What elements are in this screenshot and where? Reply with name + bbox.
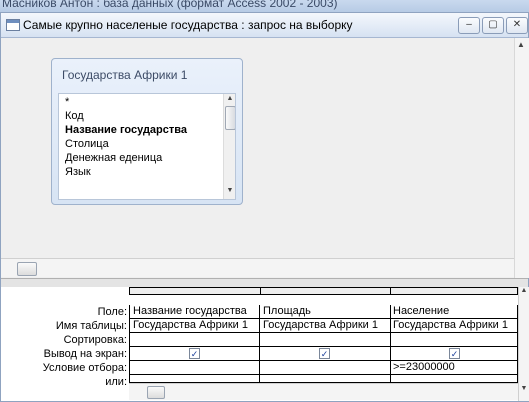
grid-cell-sort[interactable] [390, 333, 518, 347]
scroll-thumb[interactable] [147, 386, 165, 399]
table-field-list-box[interactable]: Государства Африки 1 * Код Название госу… [51, 58, 243, 205]
column-selector[interactable] [390, 287, 518, 295]
upper-horizontal-scrollbar[interactable] [1, 258, 514, 277]
grid-cell-or[interactable] [260, 375, 391, 383]
show-checkbox[interactable]: ✓ [319, 348, 330, 359]
row-label-table: Имя таблицы: [55, 320, 127, 332]
grid-horizontal-scrollbar[interactable] [129, 383, 518, 400]
grid-cell-criteria[interactable] [260, 361, 391, 375]
grid-cell-sort[interactable] [129, 333, 260, 347]
minimize-button[interactable]: – [458, 17, 480, 34]
field-item-language[interactable]: Язык [65, 166, 91, 178]
scroll-thumb[interactable] [17, 262, 37, 276]
field-item-all[interactable]: * [65, 96, 69, 108]
grid-cell-table[interactable]: Государства Африки 1 [260, 319, 391, 333]
grid-cell-show[interactable]: ✓ [129, 347, 260, 361]
window-icon [6, 19, 20, 31]
grid-cell-criteria[interactable]: >=23000000 [390, 361, 518, 375]
column-selector[interactable] [260, 287, 391, 295]
grid-cell-table[interactable]: Государства Африки 1 [390, 319, 518, 333]
grid-cell-criteria[interactable] [129, 361, 260, 375]
show-checkbox[interactable]: ✓ [189, 348, 200, 359]
grid-vertical-scrollbar[interactable]: ▲ ▼ [518, 287, 529, 401]
field-item-currency[interactable]: Денежная еденица [65, 152, 162, 164]
scroll-down-arrow-icon[interactable]: ▼ [519, 385, 529, 392]
grid-cell-show[interactable]: ✓ [260, 347, 391, 361]
grid-cell-field[interactable]: Население [390, 305, 518, 319]
field-item-code[interactable]: Код [65, 110, 84, 122]
scroll-up-arrow-icon[interactable]: ▲ [515, 40, 527, 50]
restore-button[interactable]: ▢ [482, 17, 504, 34]
scroll-down-arrow-icon[interactable]: ▼ [224, 187, 235, 194]
scroll-up-arrow-icon[interactable]: ▲ [519, 287, 529, 294]
row-label-or: или: [105, 376, 127, 388]
show-checkbox[interactable]: ✓ [449, 348, 460, 359]
column-selector[interactable] [129, 287, 261, 295]
table-box-title: Государства Африки 1 [62, 68, 188, 82]
close-button[interactable]: ✕ [506, 17, 528, 34]
row-label-field: Поле: [97, 306, 127, 318]
scroll-up-arrow-icon[interactable]: ▲ [224, 95, 235, 102]
query-design-grid: Поле: Имя таблицы: Сортировка: Вывод на … [1, 287, 529, 401]
row-label-sort: Сортировка: [63, 334, 127, 346]
upper-vertical-scrollbar[interactable] [514, 38, 529, 278]
scroll-thumb[interactable] [225, 106, 235, 130]
grid-cell-table[interactable]: Государства Африки 1 [129, 319, 260, 333]
table-design-pane: Государства Африки 1 * Код Название госу… [1, 38, 529, 278]
app-title-bar: Масников Антон : база данных (формат Acc… [0, 0, 529, 12]
field-item-capital[interactable]: Столица [65, 138, 109, 150]
field-list-scrollbar[interactable]: ▲ ▼ [223, 94, 235, 199]
row-label-show: Вывод на экран: [43, 348, 127, 360]
grid-cell-field[interactable]: Площадь [260, 305, 391, 319]
grid-cell-field[interactable]: Название государства [129, 305, 260, 319]
window-title-bar[interactable]: Самые крупно населеные государства : зап… [1, 13, 528, 38]
field-item-country-name[interactable]: Название государства [65, 124, 187, 136]
grid-cell-or[interactable] [129, 375, 260, 383]
field-list[interactable]: * Код Название государства Столица Денеж… [58, 93, 236, 200]
query-window: Самые крупно населеные государства : зап… [0, 12, 529, 402]
grid-cell-sort[interactable] [260, 333, 391, 347]
window-title: Самые крупно населеные государства : зап… [23, 18, 353, 32]
grid-cell-or[interactable] [390, 375, 518, 383]
row-label-criteria: Условие отбора: [42, 362, 127, 374]
app-title-text: Масников Антон : база данных (формат Acc… [2, 0, 338, 10]
grid-cell-show[interactable]: ✓ [390, 347, 518, 361]
